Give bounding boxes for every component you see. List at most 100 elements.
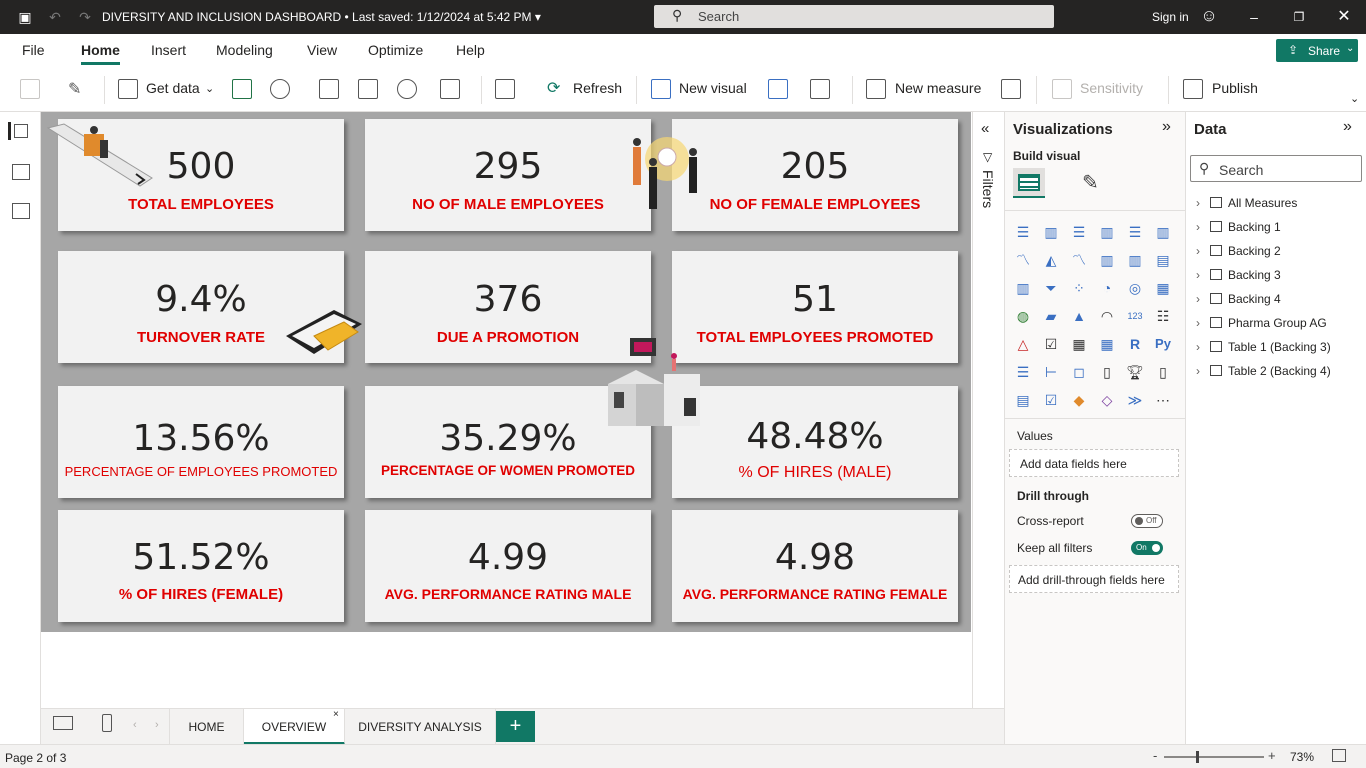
- r-visual-icon[interactable]: R: [1126, 335, 1144, 353]
- azure-map-icon[interactable]: ▲: [1070, 307, 1088, 325]
- kpi-card-male-employees[interactable]: 295 NO OF MALE EMPLOYEES: [365, 119, 651, 231]
- undo-icon[interactable]: ↶: [46, 8, 64, 26]
- publish-icon[interactable]: [1183, 79, 1203, 99]
- enter-data-icon[interactable]: [358, 79, 378, 99]
- kpi-icon[interactable]: △: [1014, 335, 1032, 353]
- table-view-icon[interactable]: [12, 164, 30, 180]
- data-item-backing-2[interactable]: › Backing 2: [1196, 244, 1281, 258]
- decomposition-tree-icon[interactable]: ⊢: [1042, 363, 1060, 381]
- collapse-pane-icon[interactable]: «: [981, 120, 989, 137]
- zoom-slider[interactable]: [1164, 751, 1264, 763]
- data-item-pharma-group[interactable]: › Pharma Group AG: [1196, 316, 1327, 330]
- text-box-icon[interactable]: [768, 79, 788, 99]
- format-visual-icon[interactable]: ✎: [1082, 170, 1099, 195]
- paste-icon[interactable]: [20, 79, 40, 99]
- stacked-bar-icon[interactable]: ☰: [1014, 223, 1032, 241]
- line-column-icon[interactable]: ▥: [1098, 251, 1116, 269]
- gauge-icon[interactable]: ◠: [1098, 307, 1116, 325]
- more-options-icon[interactable]: ⋯: [1154, 391, 1172, 409]
- kpi-card-hires-female[interactable]: 51.52% % OF HIRES (FEMALE): [58, 510, 344, 622]
- values-well[interactable]: Add data fields here: [1009, 449, 1179, 477]
- expand-icon[interactable]: »: [1343, 118, 1352, 136]
- get-data-icon[interactable]: [118, 79, 138, 99]
- new-measure-button[interactable]: New measure: [895, 80, 981, 96]
- maximize-icon[interactable]: ❐: [1290, 8, 1308, 26]
- new-visual-icon[interactable]: [651, 79, 671, 99]
- power-apps-icon[interactable]: ▤: [1014, 391, 1032, 409]
- transform-data-icon[interactable]: [495, 79, 515, 99]
- filled-map-icon[interactable]: ▰: [1042, 307, 1060, 325]
- excel-icon[interactable]: [232, 79, 252, 99]
- key-influencers-icon[interactable]: ☰: [1014, 363, 1032, 381]
- power-automate-icon[interactable]: ☑: [1042, 391, 1060, 409]
- qa-icon[interactable]: ◻: [1070, 363, 1088, 381]
- get-data-button[interactable]: Get data: [146, 80, 200, 96]
- kpi-card-female-employees[interactable]: 205 NO OF FEMALE EMPLOYEES: [672, 119, 958, 231]
- kpi-card-avg-rating-male[interactable]: 4.99 AVG. PERFORMANCE RATING MALE: [365, 510, 651, 622]
- ribbon-chart-icon[interactable]: ▤: [1154, 251, 1172, 269]
- zoom-out-icon[interactable]: -: [1153, 748, 1157, 763]
- data-item-backing-4[interactable]: › Backing 4: [1196, 292, 1281, 306]
- format-painter-icon[interactable]: ✎: [68, 79, 88, 99]
- kpi-card-avg-rating-female[interactable]: 4.98 AVG. PERFORMANCE RATING FEMALE: [672, 510, 958, 622]
- new-visual-button[interactable]: New visual: [679, 80, 747, 96]
- model-view-icon[interactable]: [12, 203, 30, 219]
- desktop-layout-icon[interactable]: [53, 716, 73, 730]
- funnel-icon[interactable]: ⏷: [1042, 279, 1060, 297]
- menu-modeling[interactable]: Modeling: [216, 42, 273, 58]
- line-chart-icon[interactable]: 〽: [1014, 251, 1032, 269]
- drill-through-well[interactable]: Add drill-through fields here: [1009, 565, 1179, 593]
- chevron-down-icon[interactable]: ⌄: [205, 82, 214, 95]
- page-tab-overview[interactable]: OVERVIEW ×: [244, 709, 345, 745]
- page-tab-home[interactable]: HOME: [169, 709, 244, 745]
- line-clustered-column-icon[interactable]: ▥: [1126, 251, 1144, 269]
- menu-home[interactable]: Home: [81, 42, 120, 58]
- diamond-visual-icon[interactable]: ◇: [1098, 391, 1116, 409]
- close-tab-icon[interactable]: ×: [333, 697, 339, 733]
- waterfall-icon[interactable]: ▥: [1014, 279, 1032, 297]
- menu-optimize[interactable]: Optimize: [368, 42, 423, 58]
- zoom-in-icon[interactable]: +: [1268, 748, 1276, 763]
- stacked-bar-100-icon[interactable]: ☰: [1126, 223, 1144, 241]
- close-icon[interactable]: ✕: [1335, 8, 1353, 26]
- refresh-icon[interactable]: ⟳: [547, 78, 560, 98]
- stacked-column-100-icon[interactable]: ▥: [1154, 223, 1172, 241]
- calculator-icon[interactable]: [866, 79, 886, 99]
- smart-narrative-icon[interactable]: ▯: [1098, 363, 1116, 381]
- chevron-down-icon[interactable]: ▾: [535, 10, 541, 24]
- expand-icon[interactable]: »: [1162, 118, 1171, 136]
- custom-visual-icon[interactable]: ◆: [1070, 391, 1088, 409]
- matrix-icon[interactable]: ▦: [1098, 335, 1116, 353]
- python-visual-icon[interactable]: Py: [1154, 335, 1172, 353]
- save-icon[interactable]: ▣: [16, 8, 34, 26]
- data-item-table-1[interactable]: › Table 1 (Backing 3): [1196, 340, 1331, 354]
- sql-server-icon[interactable]: [319, 79, 339, 99]
- avatar-icon[interactable]: ☺: [1200, 7, 1218, 25]
- scatter-icon[interactable]: ⁘: [1070, 279, 1088, 297]
- chevron-visual-icon[interactable]: ≫: [1126, 391, 1144, 409]
- publish-button[interactable]: Publish: [1212, 80, 1258, 96]
- data-item-backing-1[interactable]: › Backing 1: [1196, 220, 1281, 234]
- clustered-column-icon[interactable]: ▥: [1098, 223, 1116, 241]
- zoom-slider-thumb[interactable]: [1196, 751, 1199, 763]
- card-icon[interactable]: 123: [1126, 307, 1144, 325]
- data-search-input[interactable]: ⚲ Search: [1190, 155, 1362, 182]
- data-item-backing-3[interactable]: › Backing 3: [1196, 268, 1281, 282]
- clustered-bar-icon[interactable]: ☰: [1070, 223, 1088, 241]
- keep-all-filters-toggle[interactable]: On: [1131, 541, 1163, 555]
- map-icon[interactable]: ◍: [1014, 307, 1032, 325]
- dataverse-icon[interactable]: [397, 79, 417, 99]
- report-view-icon[interactable]: [14, 124, 28, 138]
- kpi-card-total-promoted[interactable]: 51 TOTAL EMPLOYEES PROMOTED: [672, 251, 958, 363]
- kpi-card-hires-male[interactable]: 48.48% % OF HIRES (MALE): [672, 386, 958, 498]
- data-hub-icon[interactable]: [270, 79, 290, 99]
- donut-chart-icon[interactable]: ◎: [1126, 279, 1144, 297]
- fit-to-page-icon[interactable]: [1332, 749, 1346, 762]
- menu-view[interactable]: View: [307, 42, 337, 58]
- refresh-button[interactable]: Refresh: [573, 80, 622, 96]
- more-visuals-icon[interactable]: [810, 79, 830, 99]
- page-tab-diversity-analysis[interactable]: DIVERSITY ANALYSIS: [345, 709, 496, 745]
- quick-measure-icon[interactable]: [1001, 79, 1021, 99]
- minimize-icon[interactable]: –: [1245, 8, 1263, 26]
- data-item-table-2[interactable]: › Table 2 (Backing 4): [1196, 364, 1331, 378]
